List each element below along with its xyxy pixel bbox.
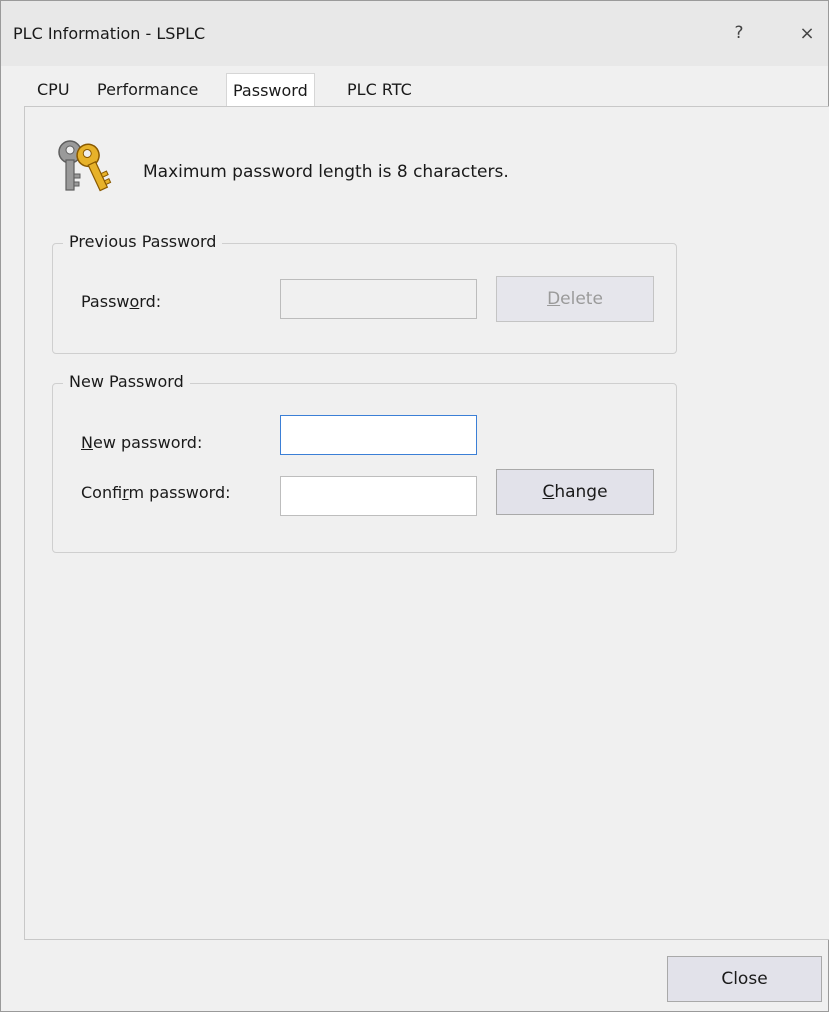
label-text: Passw — [81, 292, 130, 311]
gray-key-shape — [58, 140, 82, 191]
previous-password-label: Password: — [81, 292, 161, 311]
tab-strip: CPU Performance Password PLC RTC — [1, 73, 828, 107]
new-password-group: New Password — [52, 372, 677, 553]
label-text: m password: — [128, 483, 231, 502]
button-text: elete — [560, 289, 603, 309]
tab-cpu[interactable]: CPU — [31, 75, 76, 105]
button-text: hange — [554, 482, 608, 502]
plc-information-dialog: PLC Information - LSPLC ? × CPU Performa… — [0, 0, 829, 1012]
tab-password[interactable]: Password — [226, 73, 315, 107]
change-button[interactable]: Change — [496, 469, 654, 515]
close-icon[interactable]: × — [789, 15, 825, 51]
label-text: rd: — [139, 292, 162, 311]
tab-plc-rtc[interactable]: PLC RTC — [341, 75, 418, 105]
previous-password-legend: Previous Password — [63, 232, 223, 251]
previous-password-input[interactable] — [280, 279, 477, 319]
password-length-info: Maximum password length is 8 characters. — [143, 162, 509, 182]
tab-performance[interactable]: Performance — [91, 75, 204, 105]
close-button[interactable]: Close — [667, 956, 822, 1002]
label-mnemonic: N — [81, 433, 93, 452]
delete-button[interactable]: Delete — [496, 276, 654, 322]
new-password-legend: New Password — [63, 372, 190, 391]
new-password-input[interactable] — [280, 415, 477, 455]
keys-icon — [58, 140, 112, 192]
button-mnemonic: C — [542, 482, 555, 502]
window-title: PLC Information - LSPLC — [13, 24, 206, 43]
title-bar: PLC Information - LSPLC ? × — [1, 1, 828, 66]
button-mnemonic: D — [547, 289, 561, 309]
help-button[interactable]: ? — [721, 15, 757, 51]
label-text: ew password: — [92, 433, 203, 452]
new-password-label: New password: — [81, 433, 202, 452]
confirm-password-label: Confirm password: — [81, 483, 231, 502]
confirm-password-input[interactable] — [280, 476, 477, 516]
label-mnemonic: o — [129, 292, 140, 311]
label-text: Confi — [81, 483, 123, 502]
